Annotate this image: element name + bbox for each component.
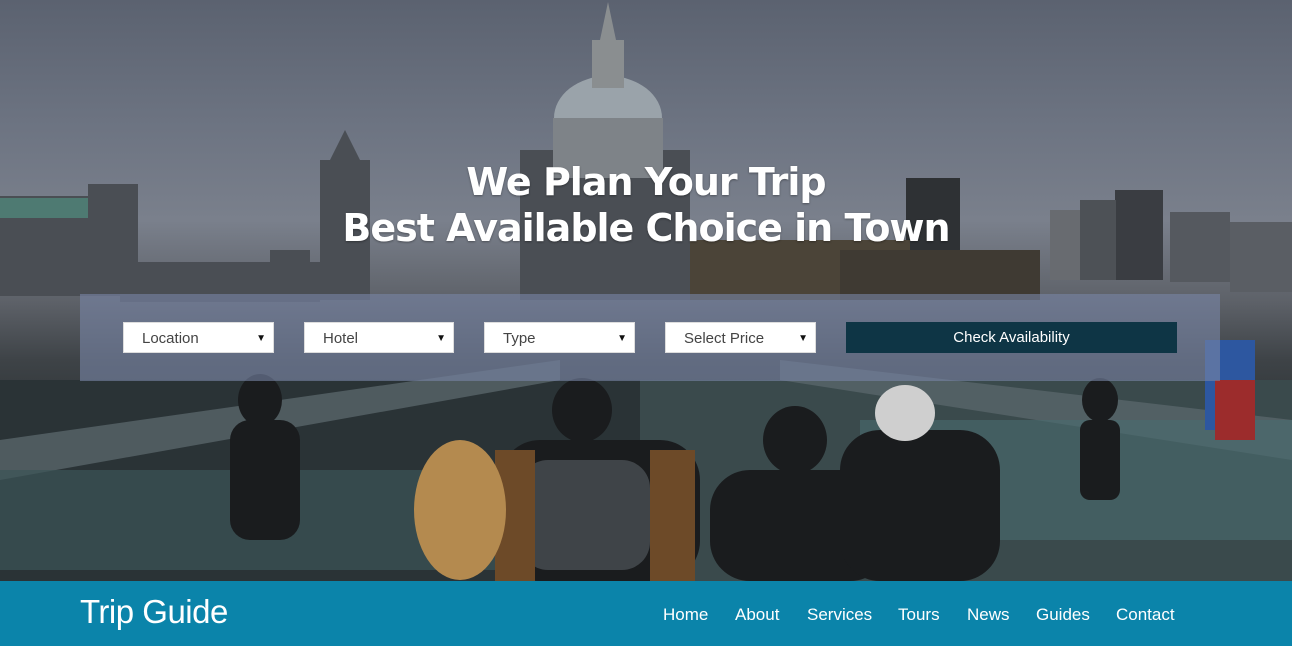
nav-about[interactable]: About xyxy=(735,605,779,625)
check-availability-button[interactable]: Check Availability xyxy=(846,322,1177,353)
hotel-select-label: Hotel xyxy=(323,330,359,347)
price-select[interactable]: Select Price ▼ xyxy=(665,322,816,353)
nav-services[interactable]: Services xyxy=(807,605,872,625)
nav-home[interactable]: Home xyxy=(663,605,708,625)
caret-down-icon: ▼ xyxy=(256,333,266,344)
nav-contact[interactable]: Contact xyxy=(1116,605,1175,625)
hero-title-line1: We Plan Your Trip xyxy=(466,160,826,204)
hero-section: We Plan Your Trip Best Available Choice … xyxy=(0,0,1292,581)
nav-news[interactable]: News xyxy=(967,605,1010,625)
page-bottom-strip xyxy=(0,646,1292,655)
brand-logo[interactable]: Trip Guide xyxy=(80,593,228,631)
location-select[interactable]: Location ▼ xyxy=(123,322,274,353)
nav-tours[interactable]: Tours xyxy=(898,605,940,625)
caret-down-icon: ▼ xyxy=(617,333,627,344)
navbar: Trip Guide Home About Services Tours New… xyxy=(0,581,1292,646)
price-select-label: Select Price xyxy=(684,330,765,347)
type-select[interactable]: Type ▼ xyxy=(484,322,635,353)
type-select-label: Type xyxy=(503,330,536,347)
location-select-label: Location xyxy=(142,330,199,347)
hotel-select[interactable]: Hotel ▼ xyxy=(304,322,454,353)
caret-down-icon: ▼ xyxy=(436,333,446,344)
nav-guides[interactable]: Guides xyxy=(1036,605,1090,625)
hero-title-line2: Best Available Choice in Town xyxy=(342,206,950,250)
hero-background-image xyxy=(0,2,1292,581)
search-panel: Location ▼ Hotel ▼ Type ▼ Select Price ▼… xyxy=(80,294,1220,381)
caret-down-icon: ▼ xyxy=(798,333,808,344)
